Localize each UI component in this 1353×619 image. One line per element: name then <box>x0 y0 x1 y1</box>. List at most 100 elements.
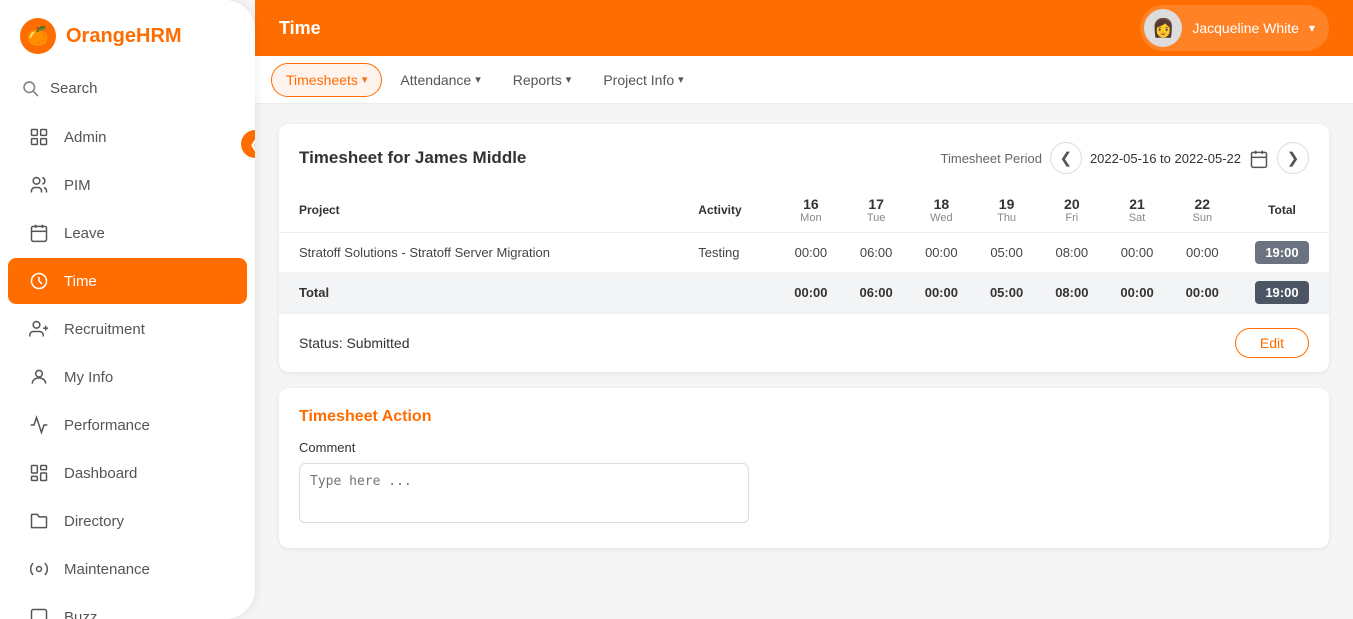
action-card: Timesheet Action Comment <box>279 388 1329 548</box>
sidebar-item-leave-label: Leave <box>64 225 105 242</box>
dashboard-icon <box>28 462 50 484</box>
sidebar-item-time-label: Time <box>64 273 97 290</box>
sidebar-item-performance[interactable]: Performance <box>8 402 247 448</box>
row-mon: 00:00 <box>778 233 843 273</box>
comment-label: Comment <box>299 440 1309 455</box>
row-sun: 00:00 <box>1170 233 1235 273</box>
sidebar-item-admin[interactable]: Admin <box>8 114 247 160</box>
sidebar-item-dashboard[interactable]: Dashboard <box>8 450 247 496</box>
projectinfo-chevron-icon: ▾ <box>678 73 684 86</box>
total-mon: 00:00 <box>778 273 843 313</box>
row-project: Stratoff Solutions - Stratoff Server Mig… <box>279 233 678 273</box>
myinfo-icon <box>28 366 50 388</box>
sidebar-item-pim[interactable]: PIM <box>8 162 247 208</box>
row-total: 19:00 <box>1235 233 1329 273</box>
sidebar-item-leave[interactable]: Leave <box>8 210 247 256</box>
row-tue: 06:00 <box>844 233 909 273</box>
total-wed: 00:00 <box>909 273 974 313</box>
sidebar: 🍊 OrangeHRM Search ❮ Admin PIM <box>0 0 255 619</box>
period-label: Timesheet Period <box>941 151 1042 166</box>
total-row: Total 00:00 06:00 00:00 05:00 08:00 00:0… <box>279 273 1329 313</box>
col-day-tue: 17 Tue <box>844 188 909 233</box>
user-menu[interactable]: 👩 Jacqueline White ▾ <box>1140 5 1329 51</box>
total-sun: 00:00 <box>1170 273 1235 313</box>
total-fri: 08:00 <box>1039 273 1104 313</box>
user-name: Jacqueline White <box>1192 20 1299 36</box>
recruitment-icon <box>28 318 50 340</box>
search-item[interactable]: Search <box>0 68 255 112</box>
calendar-icon[interactable] <box>1249 147 1269 168</box>
col-day-sat: 21 Sat <box>1104 188 1169 233</box>
sidebar-item-recruitment-label: Recruitment <box>64 321 145 338</box>
period-value: 2022-05-16 to 2022-05-22 <box>1090 151 1241 166</box>
subnav-item-projectinfo[interactable]: Project Info ▾ <box>589 64 697 96</box>
main-content: Time 👩 Jacqueline White ▾ Timesheets ▾ A… <box>255 0 1353 619</box>
sidebar-item-directory[interactable]: Directory <box>8 498 247 544</box>
period-prev-button[interactable]: ❮ <box>1050 142 1082 174</box>
timesheet-card: Timesheet for James Middle Timesheet Per… <box>279 124 1329 372</box>
sidebar-item-buzz[interactable]: Buzz <box>8 594 247 619</box>
col-day-mon: 16 Mon <box>778 188 843 233</box>
content-area: Timesheet for James Middle Timesheet Per… <box>255 104 1353 619</box>
performance-icon <box>28 414 50 436</box>
admin-icon <box>28 126 50 148</box>
subnav-item-reports[interactable]: Reports ▾ <box>499 64 586 96</box>
attendance-chevron-icon: ▾ <box>475 73 481 86</box>
buzz-icon <box>28 606 50 619</box>
status-bar: Status: Submitted Edit <box>279 313 1329 372</box>
page-title: Time <box>279 18 321 39</box>
col-total: Total <box>1235 188 1329 233</box>
total-tue: 06:00 <box>844 273 909 313</box>
sidebar-item-time[interactable]: Time <box>8 258 247 304</box>
row-wed: 00:00 <box>909 233 974 273</box>
row-sat: 00:00 <box>1104 233 1169 273</box>
edit-button[interactable]: Edit <box>1235 328 1309 358</box>
reports-chevron-icon: ▾ <box>566 73 572 86</box>
time-icon <box>28 270 50 292</box>
subnav-attendance-label: Attendance <box>400 72 471 88</box>
col-activity: Activity <box>678 188 778 233</box>
timesheet-header: Timesheet for James Middle Timesheet Per… <box>279 124 1329 188</box>
sidebar-item-myinfo[interactable]: My Info <box>8 354 247 400</box>
sidebar-item-pim-label: PIM <box>64 177 91 194</box>
sidebar-nav: Admin PIM Leave Time Rec <box>0 112 255 619</box>
period-controls: Timesheet Period ❮ 2022-05-16 to 2022-05… <box>941 142 1309 174</box>
subnav-projectinfo-label: Project Info <box>603 72 674 88</box>
comment-input[interactable] <box>299 463 749 523</box>
pim-icon <box>28 174 50 196</box>
sidebar-item-recruitment[interactable]: Recruitment <box>8 306 247 352</box>
user-chevron-icon: ▾ <box>1309 21 1315 35</box>
period-next-button[interactable]: ❯ <box>1277 142 1309 174</box>
logo-icon: 🍊 <box>20 18 56 54</box>
sidebar-item-myinfo-label: My Info <box>64 369 113 386</box>
status-text: Status: Submitted <box>299 335 410 351</box>
col-day-thu: 19 Thu <box>974 188 1039 233</box>
subnav-item-attendance[interactable]: Attendance ▾ <box>386 64 494 96</box>
directory-icon <box>28 510 50 532</box>
total-total: 19:00 <box>1235 273 1329 313</box>
maintenance-icon <box>28 558 50 580</box>
subnav-item-timesheets[interactable]: Timesheets ▾ <box>271 63 382 97</box>
total-sat: 00:00 <box>1104 273 1169 313</box>
subnav-timesheets-label: Timesheets <box>286 72 358 88</box>
subnav-reports-label: Reports <box>513 72 562 88</box>
timesheet-table: Project Activity 16 Mon <box>279 188 1329 313</box>
timesheet-title: Timesheet for James Middle <box>299 148 526 168</box>
sidebar-item-maintenance[interactable]: Maintenance <box>8 546 247 592</box>
sidebar-item-buzz-label: Buzz <box>64 609 97 619</box>
avatar: 👩 <box>1144 9 1182 47</box>
sidebar-item-dashboard-label: Dashboard <box>64 465 137 482</box>
logo: 🍊 OrangeHRM <box>0 0 255 68</box>
sidebar-item-performance-label: Performance <box>64 417 150 434</box>
sidebar-item-maintenance-label: Maintenance <box>64 561 150 578</box>
col-project: Project <box>279 188 678 233</box>
col-day-fri: 20 Fri <box>1039 188 1104 233</box>
total-label: Total <box>279 273 678 313</box>
col-day-wed: 18 Wed <box>909 188 974 233</box>
leave-icon <box>28 222 50 244</box>
row-thu: 05:00 <box>974 233 1039 273</box>
col-day-sun: 22 Sun <box>1170 188 1235 233</box>
action-title: Timesheet Action <box>299 408 1309 426</box>
subnav: Timesheets ▾ Attendance ▾ Reports ▾ Proj… <box>255 56 1353 104</box>
table-row: Stratoff Solutions - Stratoff Server Mig… <box>279 233 1329 273</box>
